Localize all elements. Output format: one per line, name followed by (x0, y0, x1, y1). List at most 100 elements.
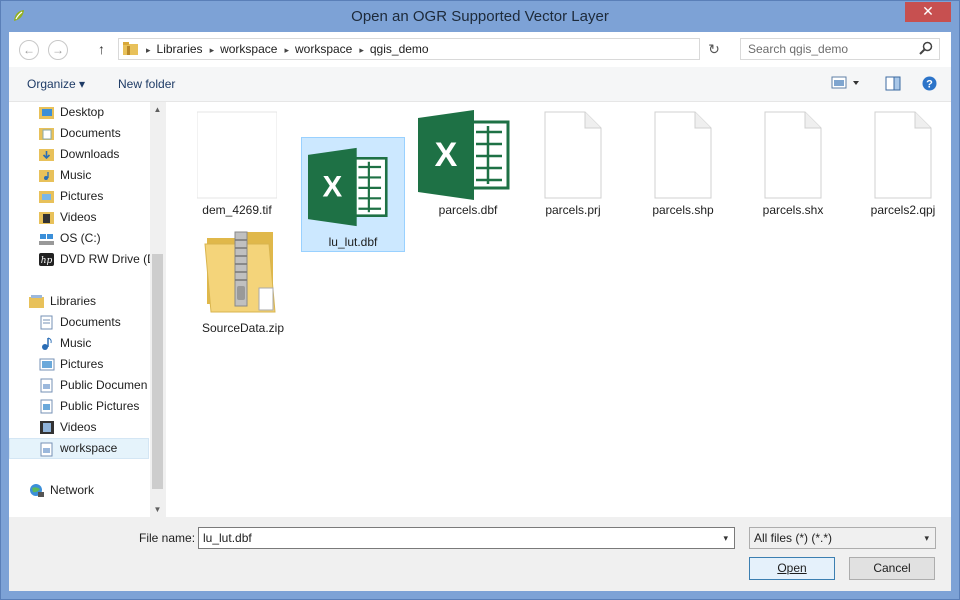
library-workspace-icon (40, 442, 53, 457)
close-button[interactable]: ✕ (905, 2, 951, 22)
sidebar-item-os-c[interactable]: OS (C:) (9, 228, 149, 249)
preview-pane-icon[interactable] (885, 76, 901, 91)
sidebar-item-library-public-documents[interactable]: Public Documen (9, 375, 149, 396)
sidebar-item-label: Videos (60, 420, 97, 434)
new-folder-button[interactable]: New folder (118, 77, 175, 91)
svg-text:hp: hp (41, 256, 53, 266)
breadcrumb-separator[interactable]: ▸ (210, 45, 215, 55)
image-file-icon (197, 111, 277, 199)
search-placeholder: Search qgis_demo (748, 42, 849, 56)
sidebar-item-videos[interactable]: Videos (9, 207, 149, 228)
address-bar[interactable]: ▸ Libraries ▸ workspace ▸ workspace ▸ qgis_demo… (118, 38, 800, 60)
videos-folder-icon (39, 212, 54, 224)
sidebar-item-downloads[interactable]: Downloads (9, 144, 149, 165)
file-name: parcels2.qpj (870, 203, 936, 217)
breadcrumb-separator[interactable]: ▸ (359, 45, 364, 55)
sidebar-item-network[interactable]: Network (9, 480, 149, 501)
desktop-folder-icon (39, 107, 54, 119)
breadcrumb-item[interactable]: Libraries (157, 42, 203, 56)
sidebar-item-desktop[interactable]: Desktop (9, 102, 149, 123)
command-toolbar: Organize ▾ New folder ? (9, 67, 951, 102)
file-list: dem_4269.tif X lu_lut.dbf X parcels.dbf … (166, 102, 951, 517)
view-options-icon[interactable] (831, 76, 861, 90)
search-input[interactable]: Search qgis_demo (740, 38, 940, 60)
file-name-label: File name: (139, 531, 196, 545)
file-item[interactable]: dem_4269.tif (185, 106, 289, 221)
sidebar-item-pictures[interactable]: Pictures (9, 186, 149, 207)
sidebar-item-libraries[interactable]: Libraries (9, 291, 149, 312)
up-button[interactable]: ↑ (98, 41, 105, 57)
cancel-button[interactable]: Cancel (849, 557, 935, 580)
open-button-label: Open (777, 561, 807, 575)
chevron-down-icon[interactable]: ▾ (723, 533, 728, 544)
search-icon[interactable] (919, 41, 933, 55)
scroll-up-arrow[interactable]: ▲ (150, 102, 165, 117)
breadcrumb-item[interactable]: workspace (220, 42, 277, 56)
sidebar-scrollbar[interactable]: ▲ ▼ (150, 102, 165, 517)
sidebar-item-label: Downloads (60, 147, 120, 161)
generic-file-icon (544, 111, 602, 199)
sidebar-item-library-documents[interactable]: Documents (9, 312, 149, 333)
sidebar-item-label: Public Pictures (60, 399, 140, 413)
file-name: parcels.dbf (438, 203, 498, 217)
file-item[interactable]: parcels.shp (631, 106, 735, 221)
file-item[interactable]: SourceData.zip (191, 224, 295, 339)
downloads-folder-icon (39, 149, 54, 161)
breadcrumb: ▸ Libraries ▸ workspace ▸ workspace ▸ qgis_demo (139, 42, 429, 56)
sidebar-item-documents[interactable]: Documents (9, 123, 149, 144)
sidebar-item-label: Desktop (60, 105, 105, 119)
breadcrumb-item[interactable]: workspace (295, 42, 352, 56)
open-button[interactable]: Open (749, 557, 835, 580)
sidebar-item-library-public-pictures[interactable]: Public Pictures (9, 396, 149, 417)
breadcrumb-item[interactable]: qgis_demo (370, 42, 429, 56)
file-type-value: All files (*) (*.*) (754, 531, 833, 545)
window-title: Open an OGR Supported Vector Layer (351, 8, 609, 25)
file-name: parcels.shx (762, 203, 824, 217)
sidebar-item-dvd[interactable]: hp DVD RW Drive (D (9, 249, 150, 270)
sidebar-item-label: Network (50, 483, 95, 497)
sidebar-item-library-pictures[interactable]: Pictures (9, 354, 149, 375)
dvd-drive-icon: hp (39, 253, 54, 266)
sidebar-item-label: Music (60, 168, 92, 182)
zip-folder-icon (204, 231, 276, 313)
breadcrumb-separator: ▸ (146, 45, 151, 55)
file-name: parcels.shp (652, 203, 714, 217)
file-name-field[interactable]: lu_lut.dbf ▾ (198, 527, 735, 549)
sidebar-item-music[interactable]: Music (9, 165, 149, 186)
navigation-bar: ← → ↑ ▸ Libraries ▸ workspace ▸ workspace ▸ qgi… (9, 32, 951, 67)
refresh-button[interactable]: ↻ (703, 38, 725, 60)
sidebar-item-label: Documents (60, 126, 121, 140)
title-bar[interactable]: Open an OGR Supported Vector Layer ✕ (1, 1, 959, 32)
scroll-down-arrow[interactable]: ▼ (150, 502, 165, 517)
sidebar-item-label: Pictures (60, 357, 104, 371)
file-item[interactable]: X parcels.dbf (416, 106, 520, 221)
libraries-icon (29, 295, 44, 308)
file-name-value[interactable]: lu_lut.dbf (203, 531, 252, 545)
music-folder-icon (39, 170, 54, 182)
breadcrumb-separator[interactable]: ▸ (284, 45, 289, 55)
drive-icon (39, 234, 54, 245)
chevron-down-icon[interactable]: ▾ (924, 533, 929, 544)
sidebar-item-label: DVD RW Drive (D (60, 252, 150, 266)
file-item[interactable]: X lu_lut.dbf (301, 137, 405, 252)
organize-menu[interactable]: Organize ▾ (27, 77, 85, 91)
sidebar-item-workspace[interactable]: workspace (9, 438, 149, 459)
file-name: parcels.prj (545, 203, 601, 217)
file-item[interactable]: parcels2.qpj (851, 106, 955, 221)
forward-button[interactable]: → (48, 40, 68, 60)
back-button[interactable]: ← (19, 40, 39, 60)
documents-folder-icon (39, 128, 54, 140)
library-videos-icon (40, 421, 54, 434)
sidebar-item-library-music[interactable]: Music (9, 333, 149, 354)
help-icon[interactable]: ? (922, 76, 937, 91)
file-item[interactable]: parcels.prj (521, 106, 625, 221)
file-type-select[interactable]: All files (*) (*.*) ▾ (749, 527, 936, 549)
generic-file-icon (654, 111, 712, 199)
excel-file-icon: X (308, 147, 388, 227)
scrollbar-thumb[interactable] (152, 254, 163, 489)
sidebar-item-label: Libraries (50, 294, 97, 308)
sidebar-item-label: Videos (60, 210, 97, 224)
generic-file-icon (764, 111, 822, 199)
sidebar-item-library-videos[interactable]: Videos (9, 417, 149, 438)
file-item[interactable]: parcels.shx (741, 106, 845, 221)
